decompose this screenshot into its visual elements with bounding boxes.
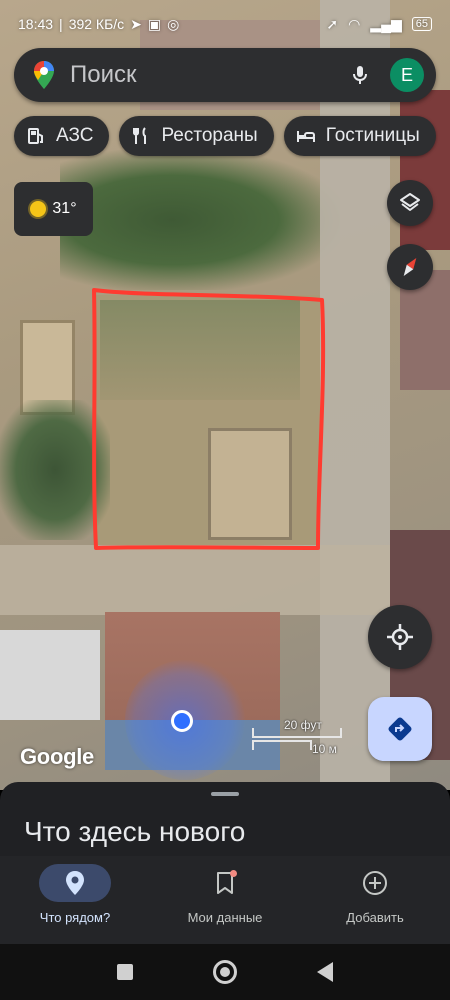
nav-saved-label: Мои данные: [187, 910, 263, 925]
signal-icon: ▂▄▆: [370, 15, 402, 32]
wifi-icon: ◠: [348, 15, 361, 32]
nav-explore-label: Что рядом?: [39, 910, 111, 925]
chip-hotels[interactable]: Гостиницы: [283, 116, 436, 156]
nav-saved[interactable]: Мои данные: [150, 856, 300, 944]
sun-icon: [30, 201, 47, 217]
home-icon[interactable]: [213, 960, 237, 984]
game-icon: ▣: [147, 15, 162, 32]
nav-explore[interactable]: Что рядом?: [0, 856, 150, 944]
scale-feet-label: 20 фут: [284, 718, 322, 732]
weather-temperature: 31°: [52, 200, 77, 217]
microphone-icon[interactable]: [348, 63, 372, 87]
sheet-title: Что здесь нового: [24, 816, 246, 847]
nav-contribute[interactable]: Добавить: [300, 856, 450, 944]
crosshair-icon: [387, 624, 413, 650]
chip-gas-stations[interactable]: АЗС: [14, 116, 110, 156]
directions-button[interactable]: [368, 697, 432, 761]
layers-button[interactable]: [387, 180, 433, 226]
map-scale: 20 фут 10 м: [252, 718, 362, 758]
avatar-letter: E: [400, 64, 413, 85]
chip-label: Гостиницы: [325, 125, 420, 146]
scale-meters-label: 10 м: [312, 742, 337, 756]
status-separator: |: [59, 16, 63, 32]
back-icon[interactable]: [317, 962, 333, 982]
status-speed: 392 КБ/с: [68, 16, 125, 32]
telegram-icon: ➤: [130, 15, 142, 32]
add-circle-icon: [363, 871, 387, 895]
category-chips: АЗС Рестораны Гостиницы: [14, 116, 436, 156]
scale-bar-meters: [252, 740, 312, 750]
nav-contribute-icon-container: [339, 864, 411, 902]
search-placeholder[interactable]: Поиск: [70, 61, 348, 89]
search-bar[interactable]: Поиск E: [14, 48, 436, 102]
nav-contribute-label: Добавить: [346, 910, 404, 925]
weather-widget[interactable]: 31°: [14, 182, 93, 236]
chip-label: Рестораны: [161, 125, 258, 146]
instagram-icon: ◎: [167, 15, 180, 32]
battery-icon: 65: [411, 17, 432, 31]
chip-label: АЗС: [56, 125, 94, 146]
account-avatar[interactable]: E: [390, 58, 424, 92]
my-location-button[interactable]: [368, 605, 432, 669]
recent-apps-icon[interactable]: [117, 964, 133, 980]
sheet-drag-handle[interactable]: [211, 792, 239, 796]
location-arrow-icon: ➚: [326, 15, 339, 32]
chip-restaurants[interactable]: Рестораны: [119, 116, 274, 156]
explore-pin-icon: [66, 871, 84, 895]
battery-level: 65: [415, 18, 428, 30]
current-location-dot[interactable]: [171, 710, 193, 732]
restaurant-icon: [133, 127, 147, 144]
nav-saved-icon-container: [189, 864, 261, 902]
compass-button[interactable]: [387, 244, 433, 290]
bottom-navigation: Что рядом? Мои данные Добавить: [0, 856, 450, 944]
system-navigation-bar: [0, 944, 450, 1000]
status-time: 18:43: [18, 16, 54, 32]
hotel-icon: [296, 131, 315, 142]
status-bar: 18:43 | 392 КБ/с ➤ ▣ ◎ ➚ ◠ ▂▄▆ 65: [0, 0, 450, 36]
google-attribution: Google: [20, 744, 94, 769]
gas-station-icon: [28, 128, 43, 144]
layers-icon: [400, 193, 420, 211]
google-maps-pin-icon: [34, 61, 54, 89]
notification-badge: [230, 870, 237, 877]
directions-icon: [388, 717, 412, 741]
compass-icon: [403, 257, 417, 277]
nav-explore-icon-container: [39, 864, 111, 902]
explore-bottom-sheet[interactable]: Что здесь нового: [0, 782, 450, 862]
